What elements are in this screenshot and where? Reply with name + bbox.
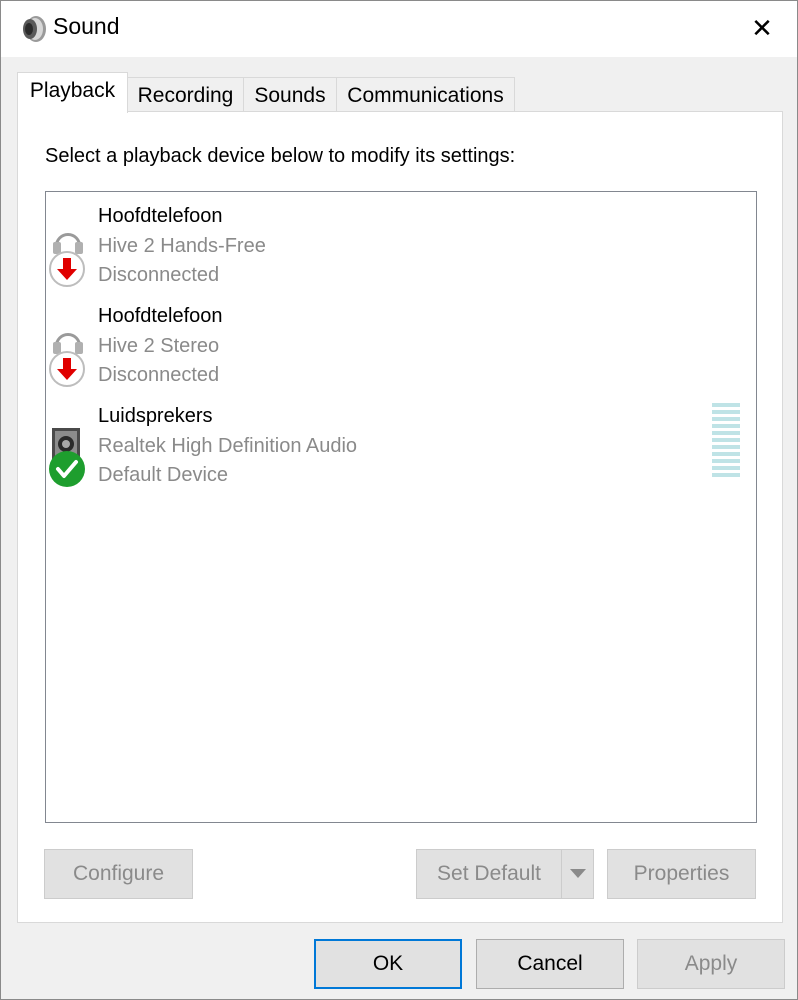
default-check-badge-icon (48, 450, 86, 488)
tab-playback[interactable]: Playback (17, 72, 128, 113)
device-status: Disconnected (98, 364, 220, 386)
chevron-down-icon (569, 869, 586, 878)
device-description: Realtek High Definition Audio (98, 435, 358, 457)
set-default-dropdown-button[interactable] (561, 849, 594, 899)
playback-panel: Select a playback device below to modify… (17, 111, 783, 923)
title-bar: Sound ✕ (1, 1, 797, 57)
tab-communications[interactable]: Communications (336, 77, 515, 111)
device-name: Hoofdtelefoon (98, 205, 223, 227)
instruction-text: Select a playback device below to modify… (45, 145, 516, 167)
window-title: Sound (53, 13, 120, 39)
close-button[interactable]: ✕ (727, 1, 797, 57)
properties-button[interactable]: Properties (607, 849, 756, 899)
list-item[interactable]: Hoofdtelefoon Hive 2 Stereo Disconnected (46, 292, 756, 388)
speaker-icon (19, 14, 47, 44)
device-description: Hive 2 Stereo (98, 335, 220, 357)
tab-sounds[interactable]: Sounds (243, 77, 337, 111)
set-default-button[interactable]: Set Default (416, 849, 562, 899)
close-icon: ✕ (751, 14, 773, 44)
cancel-button[interactable]: Cancel (476, 939, 624, 989)
device-name: Hoofdtelefoon (98, 305, 223, 327)
tab-recording[interactable]: Recording (127, 77, 244, 111)
disconnected-badge-icon (48, 350, 86, 388)
volume-level-meter (712, 403, 740, 481)
device-status: Default Device (98, 464, 229, 486)
list-item[interactable]: Hoofdtelefoon Hive 2 Hands-Free Disconne… (46, 192, 756, 288)
device-name: Luidsprekers (98, 405, 213, 427)
configure-button[interactable]: Configure (44, 849, 193, 899)
device-description: Hive 2 Hands-Free (98, 235, 266, 257)
sound-dialog: Sound ✕ Playback Recording Sounds Commun… (0, 0, 798, 1000)
apply-button[interactable]: Apply (637, 939, 785, 989)
device-status: Disconnected (98, 264, 220, 286)
list-item[interactable]: Luidsprekers Realtek High Definition Aud… (46, 392, 756, 488)
device-list[interactable]: Hoofdtelefoon Hive 2 Hands-Free Disconne… (45, 191, 757, 823)
ok-button[interactable]: OK (314, 939, 462, 989)
disconnected-badge-icon (48, 250, 86, 288)
